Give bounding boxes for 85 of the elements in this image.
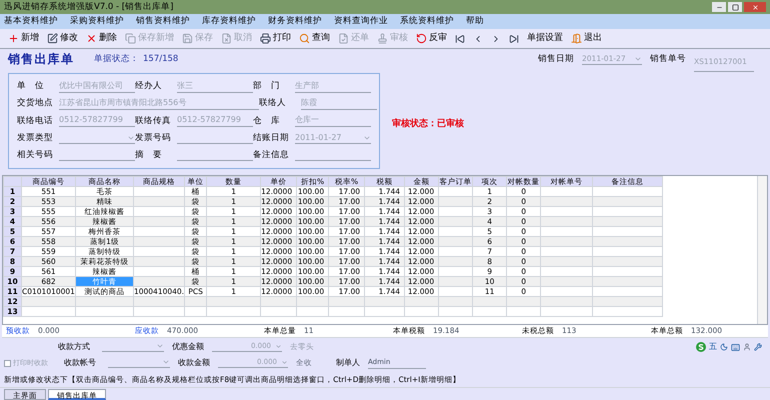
close-icon <box>752 4 758 10</box>
select-field[interactable] <box>102 342 164 352</box>
table-cell <box>296 306 329 316</box>
status-label: 单据状态： <box>94 52 139 66</box>
document-icon <box>221 33 232 44</box>
user-icon[interactable] <box>743 343 751 351</box>
toolbar-button[interactable]: 退出 <box>567 30 606 46</box>
menu-item[interactable]: 销售资料维护 <box>136 15 190 28</box>
maximize-icon <box>732 4 738 10</box>
field-label: 摘 要 <box>135 148 163 162</box>
menu-item[interactable]: 库存资料维护 <box>202 15 256 28</box>
ime-logo-icon <box>696 342 706 352</box>
field-label: 收款方式 <box>58 341 91 353</box>
form-title: 销售出库单 <box>8 51 74 68</box>
field-label: 相关号码 <box>17 148 54 162</box>
table-cell <box>22 306 76 316</box>
field-label: 制单人 <box>336 357 360 369</box>
stamp-icon <box>377 33 388 44</box>
field-label: 单 位 <box>17 80 45 93</box>
toolbar-button[interactable]: 删除 <box>82 30 121 46</box>
menu-item[interactable]: 系统资料维护 <box>400 15 454 28</box>
search-icon <box>299 33 310 44</box>
table-cell <box>328 306 365 316</box>
field-label: 销售日期 <box>538 52 574 66</box>
toolbar-button[interactable]: 打印 <box>256 30 295 46</box>
door-icon <box>571 33 582 44</box>
print-icon <box>260 33 271 44</box>
menu-item[interactable]: 基本资料维护 <box>4 15 58 28</box>
table-cell <box>184 306 207 316</box>
table-cell <box>206 306 261 316</box>
first-icon <box>455 34 465 44</box>
status-value: 157/158 <box>143 52 178 66</box>
table-cell <box>438 306 473 316</box>
maximize-button[interactable] <box>728 2 742 12</box>
field-label: 销售单号 <box>650 52 686 66</box>
window-title: 迅风进销存系统增强版V7.0 - [销售出库单] <box>4 0 174 14</box>
table-cell <box>472 306 507 316</box>
field-label: 经办人 <box>135 80 163 93</box>
edit-icon <box>47 33 58 44</box>
table-cell <box>364 306 405 316</box>
field-label: 交货地点 <box>17 97 54 110</box>
dropdown-icon <box>275 343 282 350</box>
checkbox[interactable] <box>4 360 11 366</box>
dropdown-icon <box>281 359 288 366</box>
audit-status: 审核状态：已审核 <box>392 118 464 130</box>
field-label: 联络传真 <box>135 114 172 128</box>
minimize-button[interactable] <box>712 2 726 12</box>
table-cell <box>133 306 185 316</box>
field-label: 联络人 <box>259 97 287 110</box>
field-label: 发票类型 <box>17 132 54 145</box>
field-label: 收款金额 <box>178 357 210 369</box>
toolbar-button[interactable]: 新增 <box>4 30 43 46</box>
field-label: 仓 库 <box>253 114 281 128</box>
table-cell <box>506 306 541 316</box>
menu-item[interactable]: 财务资料维护 <box>268 15 322 28</box>
field-label: 部 门 <box>253 80 281 93</box>
field-label: 备注信息 <box>253 148 290 162</box>
table-cell <box>260 306 297 316</box>
keyboard-icon[interactable] <box>731 342 740 352</box>
menu-item[interactable]: 采购资料维护 <box>70 15 124 28</box>
delete-icon <box>86 33 97 44</box>
field-label: 优惠金额 <box>172 341 204 353</box>
menu-item[interactable]: 帮助 <box>466 15 484 28</box>
plus-icon <box>8 33 19 44</box>
table-cell <box>592 306 663 316</box>
select-field[interactable] <box>108 358 170 368</box>
undo-icon <box>416 33 427 44</box>
toolbar-button[interactable]: 修改 <box>43 30 82 46</box>
wrench-icon[interactable] <box>754 343 762 351</box>
field-label: 收款帐号 <box>64 357 97 369</box>
field-label: 发票号码 <box>135 132 172 145</box>
header-cell <box>4 176 22 186</box>
toolbar-button[interactable]: 查询 <box>295 30 334 46</box>
field-label: 结账日期 <box>253 132 290 145</box>
table-cell <box>404 306 439 316</box>
last-icon <box>509 34 519 44</box>
field-label: 联络电话 <box>17 114 54 128</box>
document-icon <box>338 33 349 44</box>
menu-item[interactable]: 资料查询作业 <box>334 15 388 28</box>
toolbar-button[interactable]: 单据设置 <box>523 30 567 46</box>
scrollbar[interactable] <box>757 176 767 324</box>
table-cell <box>540 306 593 316</box>
toolbar-button[interactable]: 反审 <box>412 30 451 46</box>
moon-icon[interactable] <box>720 343 728 351</box>
ime-mode[interactable]: 五 <box>709 341 717 353</box>
